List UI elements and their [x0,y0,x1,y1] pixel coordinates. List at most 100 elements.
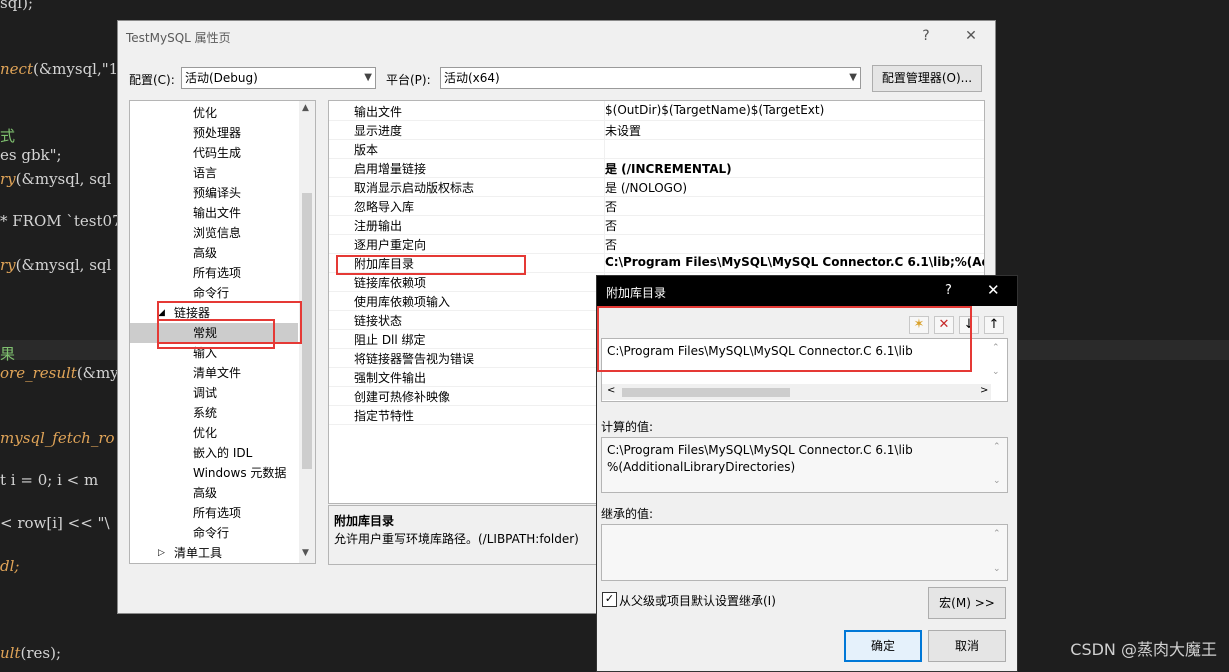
horizontal-scrollbar[interactable]: < > [602,384,991,400]
computed-line-2: %(AdditionalLibraryDirectories) [607,460,796,474]
property-value: 是 (/NOLOGO) [605,181,688,195]
property-name: 链接状态 [354,314,403,328]
config-label: 配置(C): [129,73,175,87]
h-scroll-thumb[interactable] [622,388,790,397]
subdialog-close-button[interactable]: ✕ [987,281,1000,299]
property-row[interactable]: 输出文件 $(OutDir)$(TargetName)$(TargetExt) [329,101,984,121]
scroll-down-icon[interactable]: ⌄ [992,367,1000,377]
property-name: 将链接器警告视为错误 [354,352,475,366]
scroll-down-icon[interactable]: ⌄ [993,476,1001,486]
code-token: ult [0,644,21,662]
code-token: (&mysql, sql [15,170,112,188]
code-line: < row[i] << "\ [0,514,110,532]
code-token: nect [0,60,33,78]
tree-item[interactable]: 预编译头 [193,183,241,203]
inherited-values-box: ⌃ ⌄ [601,524,1008,581]
tree-item[interactable]: 嵌入的 IDL [193,443,252,463]
tree-item[interactable]: 系统 [193,403,217,423]
annotation-box-list [597,306,972,372]
tree-item[interactable]: 所有选项 [193,263,241,283]
inherit-checkbox[interactable]: ✓ [602,592,617,607]
description-text: 允许用户重写环境库路径。(/LIBPATH:folder) [334,532,579,546]
property-name: 链接库依赖项 [354,276,427,290]
scroll-left-icon[interactable]: < [607,385,615,396]
tree-item[interactable]: 清单文件 [193,363,241,383]
property-name: 指定节特性 [354,409,415,423]
dialog-title: TestMySQL 属性页 [126,31,231,45]
move-up-icon[interactable]: ↑ [984,316,1004,334]
scroll-up-icon[interactable]: ⌃ [993,529,1001,539]
property-value: 否 [605,200,618,214]
subdialog-title: 附加库目录 [606,286,667,300]
scroll-up-icon[interactable]: ⌃ [993,442,1001,452]
description-title: 附加库目录 [334,514,395,528]
tree-item[interactable]: 调试 [193,383,217,403]
code-line: t i = 0; i < m [0,471,98,489]
tree-item[interactable]: 预处理器 [193,123,241,143]
scroll-down-icon[interactable]: ▼ [302,548,309,558]
scroll-up-icon[interactable]: ⌃ [992,343,1000,353]
ok-button[interactable]: 确定 [844,630,922,662]
code-token: 果 [0,345,16,363]
platform-select[interactable]: 活动(x64) ▼ [440,67,861,89]
code-token: 式 [0,127,16,145]
property-name: 输出文件 [354,105,403,119]
scroll-up-icon[interactable]: ▲ [302,103,309,113]
scroll-down-icon[interactable]: ⌄ [993,564,1001,574]
tree-item[interactable]: 输出文件 [193,203,241,223]
property-value: 未设置 [605,124,642,138]
cancel-button[interactable]: 取消 [928,630,1006,662]
tree-item[interactable]: 代码生成 [193,143,241,163]
property-name: 忽略导入库 [354,200,415,214]
code-token: sql); [0,0,34,12]
platform-select-value: 活动(x64) [444,71,500,85]
property-row[interactable]: 显示进度 未设置 [329,120,984,140]
computed-line-1: C:\Program Files\MySQL\MySQL Connector.C… [607,443,913,457]
code-token: dl; [0,557,20,575]
property-row[interactable]: 逐用户重定向 否 [329,234,984,254]
tree-item[interactable]: Windows 元数据 [193,463,286,483]
code-token: < row[i] << "\ [0,514,110,532]
tree-item[interactable]: 优化 [193,103,217,123]
code-line: ult(res); [0,644,61,662]
collapsed-arrow-icon[interactable]: ▷ [158,543,165,563]
code-token: (&mysql,"1 [32,60,119,78]
help-button[interactable]: ? [913,25,939,47]
config-manager-button[interactable]: 配置管理器(O)... [872,65,982,92]
macros-button[interactable]: 宏(M) >> [928,587,1006,619]
code-token: (&my [76,364,119,382]
property-name: 创建可热修补映像 [354,390,451,404]
tree-item[interactable]: 浏览信息 [193,223,241,243]
code-token: ry [0,170,16,188]
property-row[interactable]: 版本 [329,139,984,159]
tree-item[interactable]: 命令行 [193,283,229,303]
property-row[interactable]: 注册输出 否 [329,215,984,235]
config-select[interactable]: 活动(Debug) ▼ [181,67,376,89]
code-line: 式 [0,125,15,146]
tree-item[interactable]: 命令行 [193,523,229,543]
property-name: 阻止 Dll 绑定 [354,333,426,347]
code-line: mysql_fetch_ro [0,429,115,447]
tree-item[interactable]: 优化 [193,423,217,443]
scroll-right-icon[interactable]: > [980,385,988,396]
property-row[interactable]: 取消显示启动版权标志 是 (/NOLOGO) [329,177,984,197]
tree-scroll-thumb[interactable] [302,193,312,469]
annotation-box-libdir [336,255,526,275]
code-line: ore_result(&my [0,364,119,382]
tree-item[interactable]: 清单工具 [174,543,222,563]
subdialog-titlebar: 附加库目录 ? ✕ [597,276,1017,306]
tree-item[interactable]: 高级 [193,243,217,263]
property-name: 使用库依赖项输入 [354,295,451,309]
tree-item[interactable]: 所有选项 [193,503,241,523]
inherit-checkbox-label: 从父级或项目默认设置继承(I) [619,594,776,608]
code-line: * FROM `test07 [0,212,122,230]
property-row[interactable]: 启用增量链接 是 (/INCREMENTAL) [329,158,984,178]
watermark: CSDN @蒸肉大魔王 [1070,640,1217,659]
tree-item[interactable]: 语言 [193,163,217,183]
tree-item[interactable]: 高级 [193,483,217,503]
property-row[interactable]: 忽略导入库 否 [329,196,984,216]
computed-values-label: 计算的值: [601,420,654,434]
property-value: 是 (/INCREMENTAL) [605,162,732,176]
close-button[interactable]: ✕ [958,25,984,47]
subdialog-help-button[interactable]: ? [945,283,952,298]
